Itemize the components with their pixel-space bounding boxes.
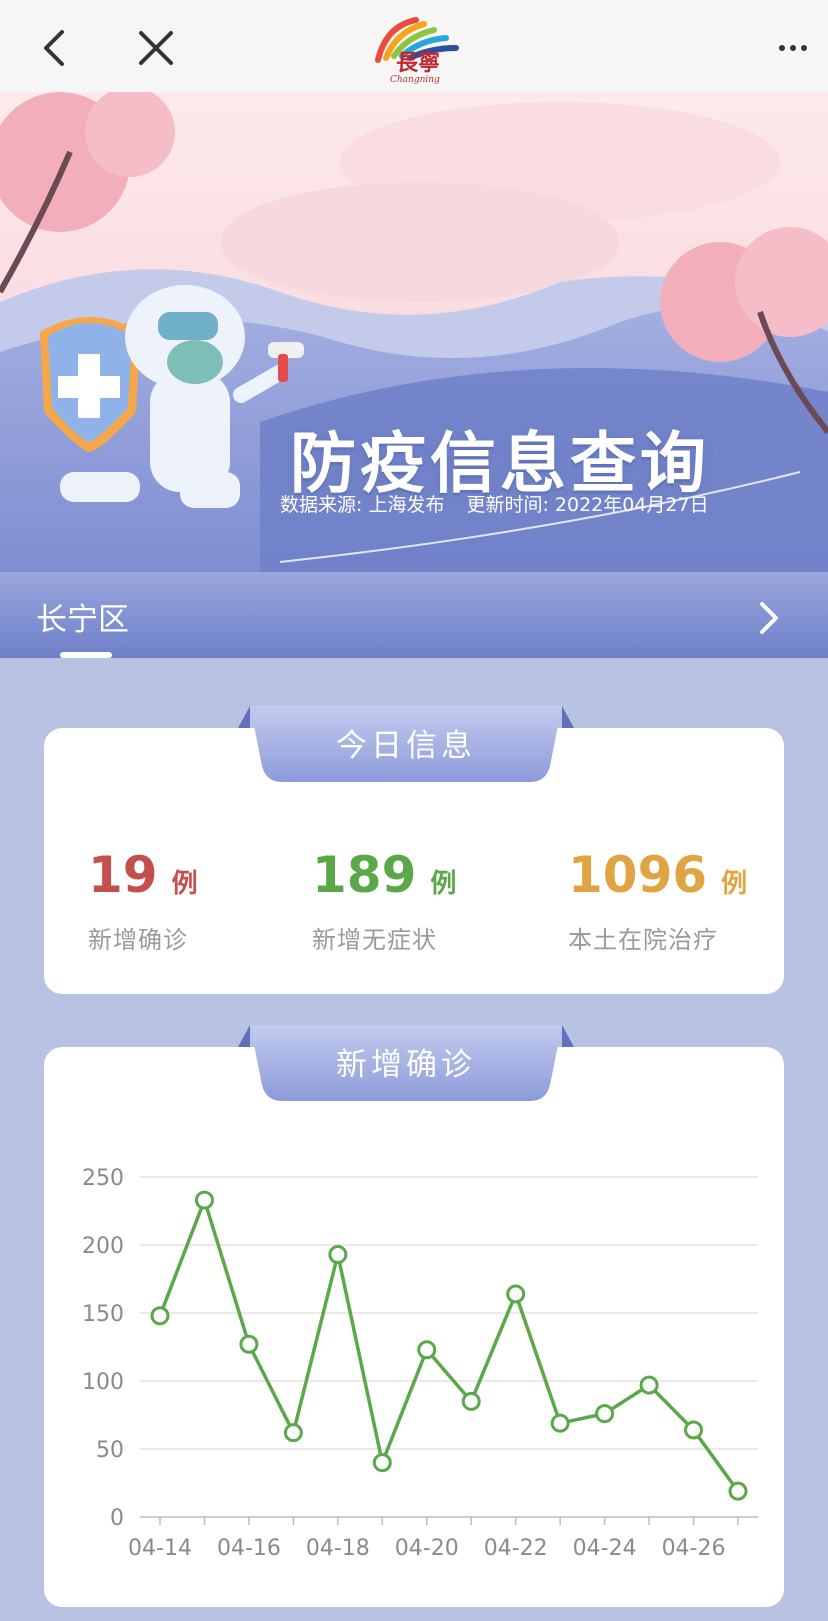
data-point: [728, 1481, 748, 1501]
data-point: [194, 1190, 214, 1210]
x-tick-label: 04-26: [662, 1536, 726, 1561]
data-point: [283, 1423, 303, 1443]
data-point: [506, 1284, 526, 1304]
section-label-trend: 新增确诊: [238, 1025, 574, 1103]
stat-value: 1096: [568, 846, 708, 904]
trend-chart-card: 0 50 100 150 200 250 04-14 04-16 04-18 04-20 04-22…: [44, 1047, 784, 1607]
chevron-right-icon[interactable]: [756, 600, 782, 636]
data-point: [239, 1334, 259, 1354]
x-tick-label: 04-22: [484, 1536, 548, 1561]
data-point: [461, 1391, 481, 1411]
data-point: [150, 1306, 170, 1326]
data-source: 数据来源: 上海发布: [280, 494, 445, 516]
stat-label: 新增确诊: [88, 926, 188, 954]
data-point: [550, 1413, 570, 1433]
stat-unit: 例: [171, 869, 198, 899]
stat-new-asymptomatic: 189 例 新增无症状: [312, 850, 456, 955]
stat-hospitalized: 1096 例 本土在院治疗: [568, 850, 747, 955]
header-banner: 防疫信息查询 数据来源: 上海发布 更新时间: 2022年04月27日: [0, 92, 828, 572]
y-tick-label: 200: [82, 1234, 124, 1259]
stat-label: 新增无症状: [312, 926, 437, 954]
section-label-today: 今日信息: [238, 706, 574, 784]
district-name[interactable]: 长宁区: [36, 594, 129, 639]
changning-logo: 長寧 Changning: [375, 17, 459, 85]
line-chart: 0 50 100 150 200 250 04-14 04-16 04-18 04-20 04-22…: [82, 1166, 758, 1561]
data-point: [372, 1453, 392, 1473]
stat-new-confirmed: 19 例 新增确诊: [88, 850, 198, 955]
stat-value: 189: [312, 846, 417, 904]
svg-text:Changning: Changning: [390, 75, 440, 85]
data-point: [328, 1245, 348, 1265]
section-label-text: 新增确诊: [336, 1047, 476, 1083]
more-icon[interactable]: [776, 38, 810, 58]
y-tick-label: 0: [110, 1506, 124, 1531]
y-tick-label: 250: [82, 1166, 124, 1191]
banner-meta: 数据来源: 上海发布 更新时间: 2022年04月27日: [280, 490, 709, 517]
stat-unit: 例: [430, 869, 457, 899]
x-tick-label: 04-14: [128, 1536, 192, 1561]
chevron-left-icon[interactable]: [40, 28, 68, 68]
data-point: [417, 1340, 437, 1360]
update-time: 更新时间: 2022年04月27日: [466, 494, 709, 516]
svg-text:長寧: 長寧: [396, 50, 440, 76]
stat-unit: 例: [721, 869, 748, 899]
y-tick-label: 150: [82, 1302, 124, 1327]
tab-underline: [60, 652, 112, 658]
y-tick-label: 100: [82, 1370, 124, 1395]
data-point: [684, 1420, 704, 1440]
district-selector[interactable]: 长宁区: [0, 572, 828, 658]
top-nav-bar: 長寧 Changning: [0, 0, 828, 92]
x-tick-label: 04-16: [217, 1536, 281, 1561]
data-point: [595, 1404, 615, 1424]
stat-label: 本土在院治疗: [568, 926, 718, 954]
close-icon[interactable]: [136, 28, 176, 68]
data-point: [639, 1375, 659, 1395]
section-label-text: 今日信息: [336, 728, 476, 764]
y-tick-label: 50: [96, 1438, 124, 1463]
x-tick-label: 04-18: [306, 1536, 370, 1561]
x-tick-label: 04-24: [573, 1536, 637, 1561]
stat-value: 19: [88, 846, 158, 904]
x-tick-label: 04-20: [395, 1536, 459, 1561]
